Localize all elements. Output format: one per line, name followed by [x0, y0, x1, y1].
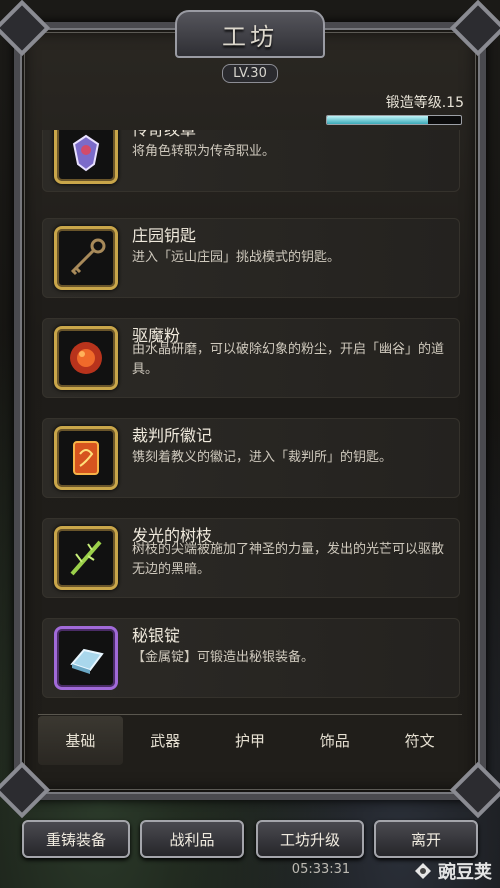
crest-icon — [54, 130, 118, 184]
list-item[interactable]: 驱魔粉 由水晶研磨，可以破除幻象的粉尘，开启「幽谷」的道具。 — [42, 318, 460, 398]
tab-basic[interactable]: 基础 — [38, 716, 123, 765]
list-item[interactable]: 秘银锭 【金属锭】可锻造出秘银装备。 — [42, 618, 460, 698]
watermark-text: 豌豆荚 — [438, 862, 492, 883]
watermark-logo-icon — [415, 863, 431, 879]
forge-progress-bar — [326, 115, 462, 125]
key-icon — [54, 226, 118, 290]
item-name: 传奇纹章 — [132, 130, 196, 140]
title-area: 工坊 LV.30 — [160, 10, 340, 88]
leave-button[interactable]: 离开 — [374, 820, 478, 858]
clock-readout: 05:33:31 — [291, 862, 351, 877]
branch-icon — [54, 526, 118, 590]
window-title: 工坊 — [175, 10, 325, 58]
tab-runes[interactable]: 符文 — [377, 716, 462, 765]
item-description: 将角色转职为传奇职业。 — [132, 144, 276, 159]
item-description: 由水晶研磨，可以破除幻象的粉尘，开启「幽谷」的道具。 — [132, 342, 445, 377]
list-item[interactable]: 传奇纹章 将角色转职为传奇职业。 — [42, 130, 460, 192]
tab-armor[interactable]: 护甲 — [208, 716, 293, 765]
item-description: 树枝的尖端被施加了神圣的力量，发出的光芒可以驱散无边的黑暗。 — [132, 542, 445, 577]
ingot-icon — [54, 626, 118, 690]
list-item[interactable]: 裁判所徽记 镌刻着教义的徽记，进入「裁判所」的钥匙。 — [42, 418, 460, 498]
item-description: 【金属锭】可锻造出秘银装备。 — [132, 650, 315, 665]
category-tabs: 基础 武器 护甲 饰品 符文 — [38, 714, 462, 766]
item-description: 进入「远山庄园」挑战模式的钥匙。 — [132, 250, 341, 265]
item-description: 镌刻着教义的徽记，进入「裁判所」的钥匙。 — [132, 450, 393, 465]
item-name: 秘银锭 — [132, 626, 181, 645]
emblem-icon — [54, 426, 118, 490]
loot-button[interactable]: 战利品 — [140, 820, 244, 858]
tab-accessories[interactable]: 饰品 — [292, 716, 377, 765]
item-list[interactable]: 传奇纹章 将角色转职为传奇职业。 庄园钥匙 进入「远山庄园」挑战模式的钥匙。 驱… — [38, 130, 460, 705]
powder-icon — [54, 326, 118, 390]
tab-weapons[interactable]: 武器 — [123, 716, 208, 765]
recast-equipment-button[interactable]: 重铸装备 — [22, 820, 130, 858]
workshop-level-badge: LV.30 — [222, 64, 278, 83]
item-name: 庄园钥匙 — [132, 226, 197, 245]
list-item[interactable]: 庄园钥匙 进入「远山庄园」挑战模式的钥匙。 — [42, 218, 460, 298]
forge-level-label: 锻造等级.15 — [385, 95, 464, 111]
watermark: 豌豆荚 — [412, 858, 492, 884]
forge-progress-fill — [327, 116, 428, 124]
item-name: 裁判所徽记 — [132, 426, 213, 445]
list-item[interactable]: 发光的树枝 树枝的尖端被施加了神圣的力量，发出的光芒可以驱散无边的黑暗。 — [42, 518, 460, 598]
workshop-upgrade-button[interactable]: 工坊升级 — [256, 820, 364, 858]
